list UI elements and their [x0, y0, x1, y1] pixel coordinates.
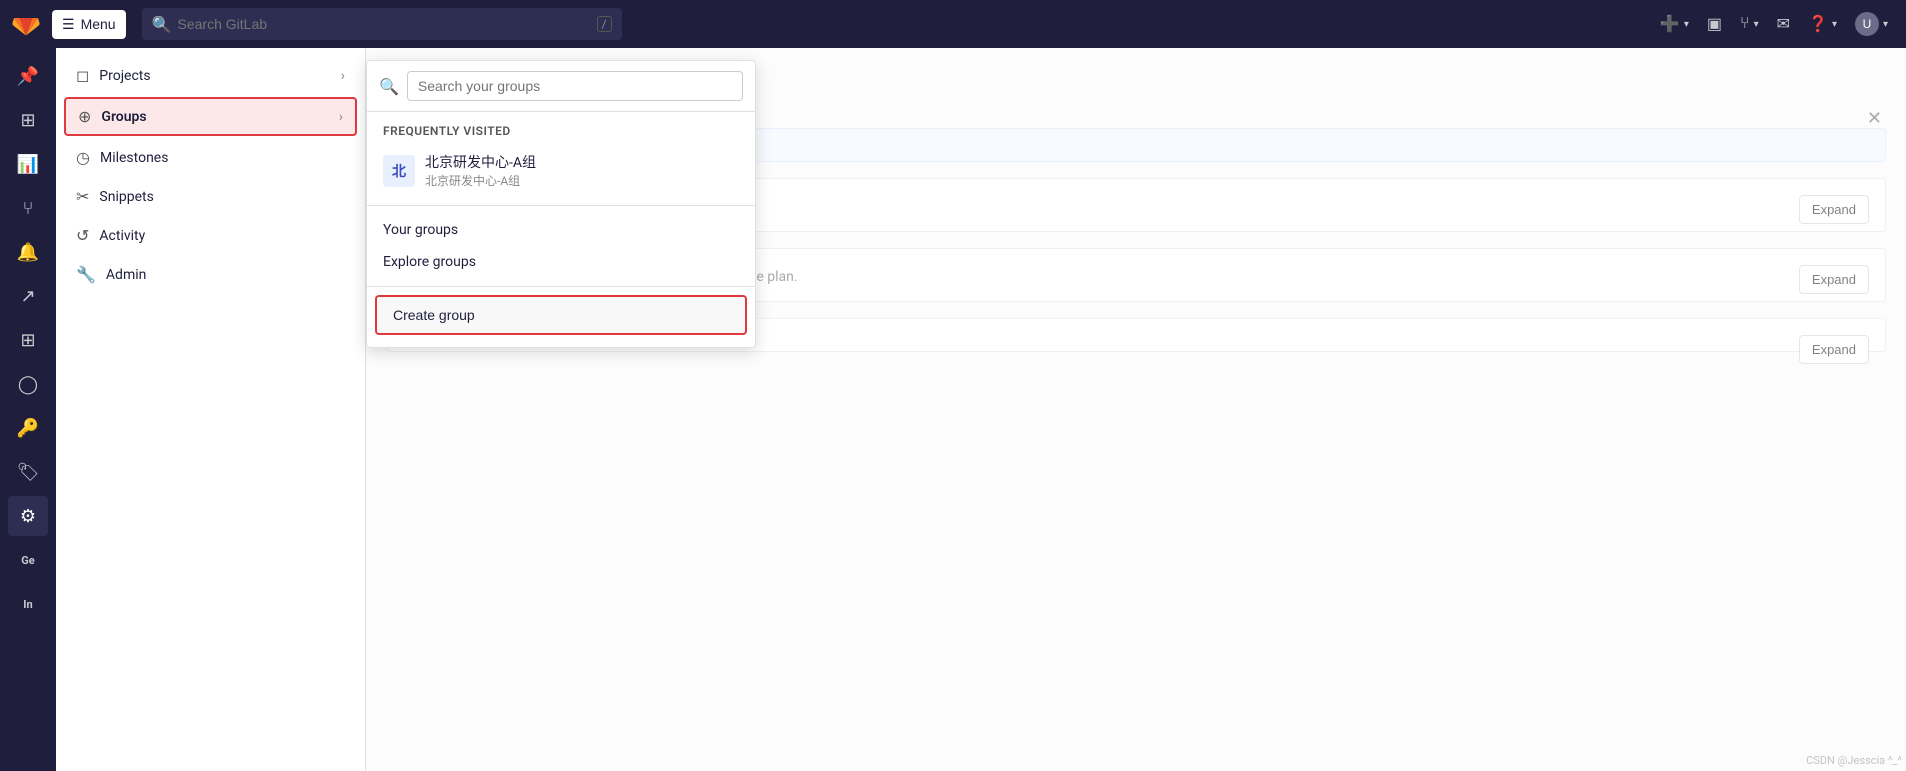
projects-icon: ◻ [76, 66, 89, 85]
grid-icon: ⊞ [20, 110, 35, 131]
deploy-icon: 🔑 [17, 418, 39, 439]
groups-dropdown: 🔍 Frequently visited 北 北京研发中心-A组 北京研发中心-… [366, 60, 756, 348]
todo-button[interactable]: ✉ [1771, 8, 1796, 40]
search-icon: 🔍 [152, 15, 172, 34]
chevron-icon: ▾ [1684, 19, 1689, 30]
sidebar-pin[interactable]: 📌 [8, 56, 48, 96]
activity-menu-item[interactable]: ↺ Activity [56, 216, 365, 255]
snippets-menu-item[interactable]: ✂ Snippets [56, 177, 365, 216]
your-groups-link[interactable]: Your groups [367, 214, 755, 246]
projects-label: Projects [99, 68, 150, 84]
settings-icon: ⚙ [20, 506, 36, 527]
layout-icon: ▣ [1707, 14, 1722, 34]
chevron-icon-2: ▾ [1754, 19, 1759, 30]
search-input[interactable] [178, 16, 597, 32]
labels-icon: 🏷 [17, 462, 40, 483]
chevron-icon-3: ▾ [1832, 19, 1837, 30]
merge-button[interactable]: ⑂ ▾ [1734, 9, 1765, 39]
milestones-icon: ◷ [76, 148, 90, 167]
sidebar-apps[interactable]: ⊞ [8, 320, 48, 360]
layout-button[interactable]: ▣ [1701, 8, 1728, 40]
create-button[interactable]: ➕ ▾ [1654, 8, 1695, 40]
gitlab-logo[interactable] [12, 10, 40, 38]
groups-arrow: › [339, 109, 343, 125]
about-icon: ◯ [18, 374, 38, 395]
sidebar: 📌 ⊞ 📊 ⑂ 🔔 ↗ ⊞ ◯ 🔑 🏷 ⚙ Ge In [0, 48, 56, 771]
snippets-icon: ✂ [76, 187, 89, 206]
hamburger-icon: ☰ [62, 16, 75, 33]
todo-icon: ✉ [1777, 14, 1790, 34]
groups-search-input[interactable] [407, 71, 743, 101]
sidebar-sync[interactable]: ↗ [8, 276, 48, 316]
plus-icon: ➕ [1660, 14, 1680, 34]
menu-panel: ◻ Projects › ⊕ Groups › ◷ Milestones ✂ S… [56, 48, 366, 771]
group-info: 北京研发中心-A组 北京研发中心-A组 [425, 152, 536, 189]
admin-icon: 🔧 [76, 265, 96, 284]
merge-sidebar-icon: ⑂ [23, 198, 34, 219]
sidebar-overview[interactable]: ⊞ [8, 100, 48, 140]
group-name: 北京研发中心-A组 [425, 152, 536, 172]
frequently-visited-title: Frequently visited [367, 112, 755, 144]
admin-menu-item[interactable]: 🔧 Admin [56, 255, 365, 294]
activity-label: Activity [99, 228, 145, 244]
admin-label: Admin [106, 267, 146, 283]
group-list-item[interactable]: 北 北京研发中心-A组 北京研发中心-A组 [367, 144, 755, 197]
projects-arrow: › [341, 68, 345, 84]
snippets-label: Snippets [99, 189, 153, 205]
global-search-bar[interactable]: 🔍 / [142, 8, 622, 40]
menu-button[interactable]: ☰ Menu [52, 10, 126, 39]
help-button[interactable]: ❓ ▾ [1802, 8, 1843, 40]
dropdown-divider-1 [367, 205, 755, 206]
pin-icon: 📌 [17, 66, 39, 87]
sync-icon: ↗ [20, 286, 35, 307]
search-shortcut: / [597, 16, 612, 32]
search-icon-dropdown: 🔍 [379, 77, 399, 96]
sidebar-settings[interactable]: ⚙ [8, 496, 48, 536]
bell-icon: 🔔 [17, 242, 39, 263]
projects-menu-item[interactable]: ◻ Projects › [56, 56, 365, 95]
menu-label: Menu [81, 16, 116, 32]
sidebar-analytics[interactable]: 📊 [8, 144, 48, 184]
help-icon: ❓ [1808, 14, 1828, 34]
merge-icon: ⑂ [1740, 15, 1750, 33]
milestones-label: Milestones [100, 150, 169, 166]
groups-menu-item[interactable]: ⊕ Groups › [64, 97, 357, 136]
sidebar-ge[interactable]: Ge [8, 540, 48, 580]
apps-icon: ⊞ [20, 330, 35, 351]
milestones-menu-item[interactable]: ◷ Milestones [56, 138, 365, 177]
groups-icon: ⊕ [78, 107, 91, 126]
chevron-icon-4: ▾ [1883, 19, 1888, 30]
group-path: 北京研发中心-A组 [425, 172, 536, 189]
user-button[interactable]: U ▾ [1849, 6, 1894, 42]
sidebar-deploy[interactable]: 🔑 [8, 408, 48, 448]
sidebar-about[interactable]: ◯ [8, 364, 48, 404]
sidebar-in[interactable]: In [8, 584, 48, 624]
group-avatar: 北 [383, 155, 415, 187]
navbar: ☰ Menu 🔍 / ➕ ▾ ▣ ⑂ ▾ ✉ ❓ ▾ U ▾ [0, 0, 1906, 48]
groups-label: Groups [101, 109, 146, 125]
sidebar-merge[interactable]: ⑂ [8, 188, 48, 228]
explore-groups-link[interactable]: Explore groups [367, 246, 755, 278]
dropdown-search-container: 🔍 [367, 61, 755, 112]
sidebar-notifications[interactable]: 🔔 [8, 232, 48, 272]
user-avatar: U [1855, 12, 1879, 36]
dropdown-divider-2 [367, 286, 755, 287]
navbar-actions: ➕ ▾ ▣ ⑂ ▾ ✉ ❓ ▾ U ▾ [1654, 6, 1894, 42]
create-group-button[interactable]: Create group [375, 295, 747, 335]
analytics-icon: 📊 [17, 154, 39, 175]
activity-icon: ↺ [76, 226, 89, 245]
sidebar-labels[interactable]: 🏷 [8, 452, 48, 492]
